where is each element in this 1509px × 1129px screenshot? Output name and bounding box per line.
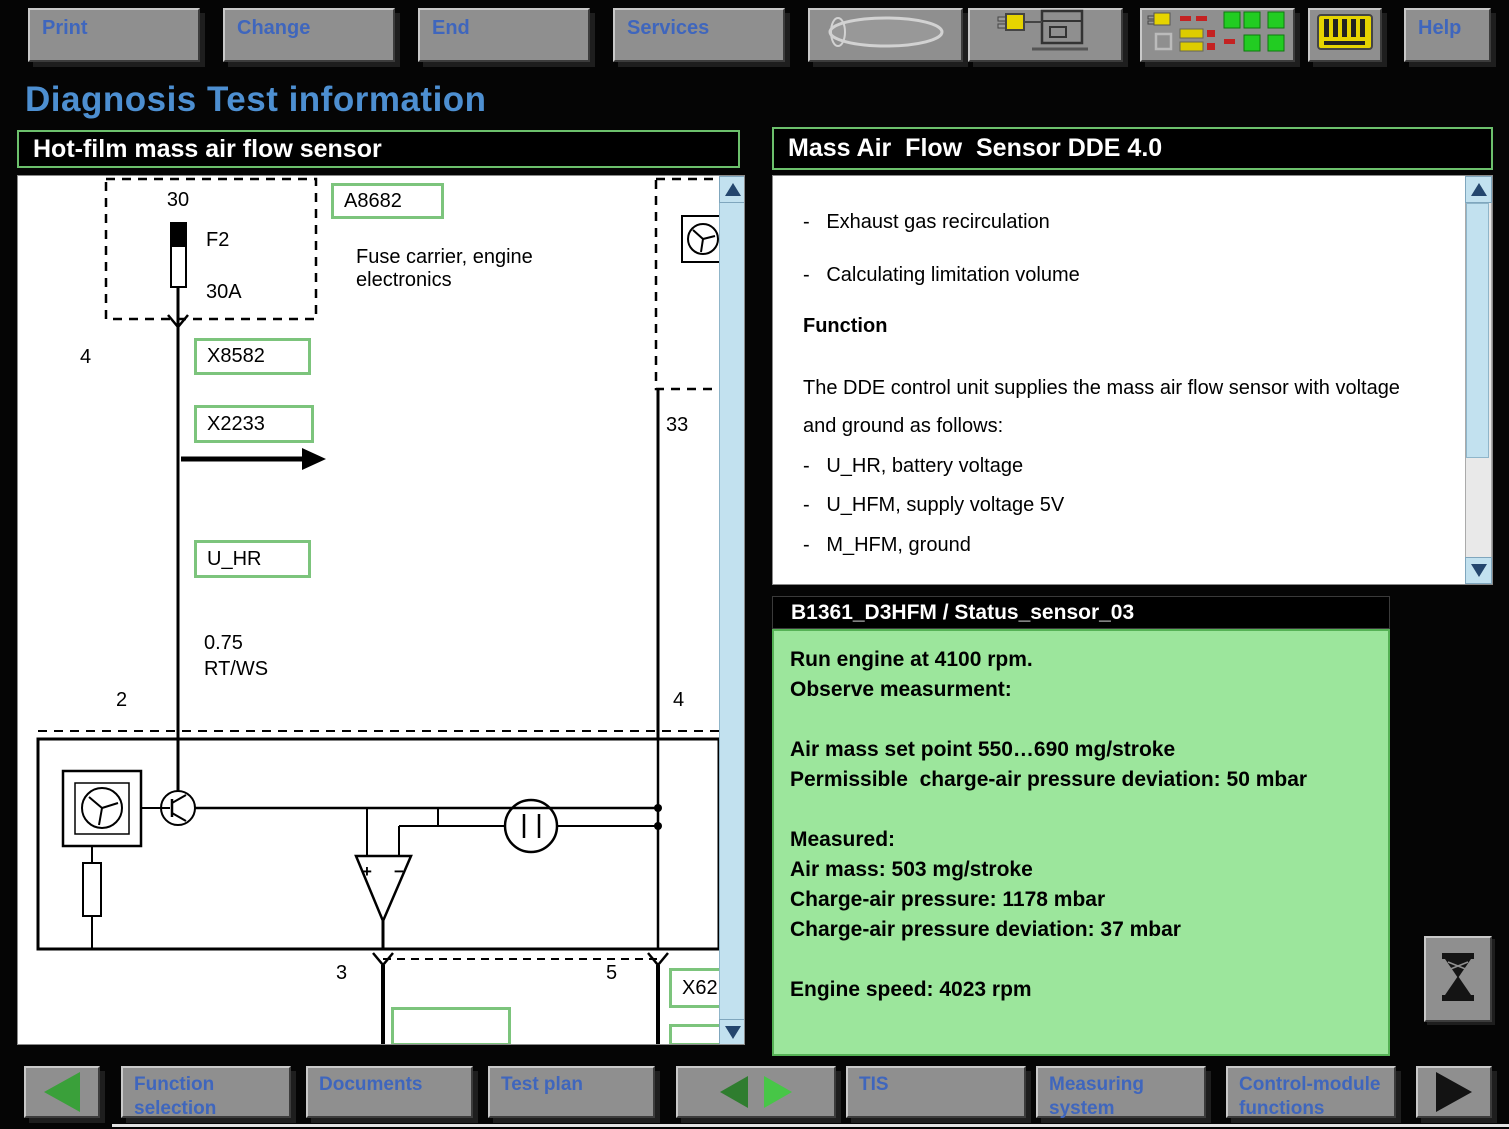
test-information-text: - Exhaust gas recirculation - Calculatin… (773, 176, 1465, 584)
diagram-scrollbar[interactable] (719, 176, 745, 1045)
page-navigation-button[interactable] (676, 1066, 836, 1118)
status-line: Observe measurment: (790, 675, 1372, 705)
diagnostic-head-button[interactable] (968, 8, 1123, 62)
end-button[interactable]: End (418, 8, 590, 62)
status-line: Air mass set point 550…690 mg/stroke (790, 735, 1372, 765)
info-body: and ground as follows: (803, 414, 1445, 438)
status-line (790, 945, 1372, 975)
scroll-up-icon (725, 183, 741, 196)
control-module-functions-button[interactable]: Control-module functions (1226, 1066, 1396, 1118)
hourglass-icon (1439, 953, 1477, 1006)
connector-x8582-link[interactable]: X8582 (194, 338, 311, 375)
left-panel-header: Hot-film mass air flow sensor (17, 130, 740, 168)
pin-4-right-label: 4 (673, 689, 684, 712)
arrow-right-icon (764, 1076, 792, 1108)
status-line: Engine speed: 4023 rpm (790, 975, 1372, 1005)
measuring-system-button[interactable]: Measuring system (1036, 1066, 1206, 1118)
diagnostic-head-icon (976, 9, 1116, 61)
status-line (790, 705, 1372, 735)
measurement-instructions-box: Run engine at 4100 rpm. Observe measurme… (772, 629, 1390, 1056)
services-button[interactable]: Services (613, 8, 785, 62)
fuse-carrier-caption: Fuse carrier, engine electronics (356, 246, 586, 292)
diagram-scrollbar-track[interactable] (719, 176, 745, 1045)
documents-button[interactable]: Documents (306, 1066, 473, 1118)
forward-button[interactable] (1416, 1066, 1492, 1118)
opamp-minus-label: − (394, 862, 404, 881)
test-information-panel: - Exhaust gas recirculation - Calculatin… (772, 175, 1493, 585)
info-scroll-down-button[interactable] (1465, 557, 1492, 584)
arrow-left-icon (44, 1072, 80, 1112)
fuse-rating-label: 30A (206, 281, 242, 304)
signal-uhr-link[interactable]: U_HR (194, 540, 311, 578)
status-line: Measured: (790, 825, 1372, 855)
info-scroll-up-button[interactable] (1465, 176, 1492, 203)
status-sensor-header: B1361_D3HFM / Status_sensor_03 (772, 596, 1390, 629)
function-heading: Function (803, 314, 1445, 338)
wiring-diagram-panel: + − 30 F2 30A A8682 Fuse carrier, engine… (17, 175, 745, 1045)
test-plan-button[interactable]: Test plan (488, 1066, 655, 1118)
function-selection-button[interactable]: Function selection (121, 1066, 291, 1118)
wiring-harness-icon (1146, 8, 1290, 62)
component-a8682-link[interactable]: A8682 (331, 183, 444, 219)
tis-button[interactable]: TIS (846, 1066, 1026, 1118)
diagram-scroll-up-button[interactable] (719, 176, 745, 203)
scroll-down-icon (1471, 564, 1487, 577)
info-bullet: - U_HFM, supply voltage 5V (803, 493, 1445, 517)
scroll-up-icon (1471, 183, 1487, 196)
back-button[interactable] (24, 1066, 100, 1118)
opamp-plus-label: + (362, 862, 372, 881)
print-button[interactable]: Print (28, 8, 200, 62)
status-line: Air mass: 503 mg/stroke (790, 855, 1372, 885)
diagram-scroll-down-button[interactable] (719, 1019, 745, 1045)
status-line: Charge-air pressure: 1178 mbar (790, 885, 1372, 915)
arrow-right-icon (1436, 1072, 1472, 1112)
wire-color-label: RT/WS (204, 658, 268, 681)
pin-33-label: 33 (666, 414, 688, 437)
pin-4-left-label: 4 (80, 346, 91, 369)
hose-icon (816, 10, 956, 60)
status-line: Run engine at 4100 rpm. (790, 645, 1372, 675)
help-button[interactable]: Help (1404, 8, 1491, 62)
connector-bottom-link[interactable] (391, 1007, 511, 1045)
status-line (790, 795, 1372, 825)
fuse-name-label: F2 (206, 229, 229, 252)
dis-diagnosis-screen: Print Change End Services (0, 0, 1509, 1129)
right-panel-header: Mass Air Flow Sensor DDE 4.0 (772, 127, 1493, 170)
busy-indicator (1424, 936, 1492, 1022)
pin-3-label: 3 (336, 962, 347, 985)
wiring-harness-button[interactable] (1140, 8, 1295, 62)
info-bullet: - U_HR, battery voltage (803, 454, 1445, 478)
connector-button[interactable] (1308, 8, 1382, 62)
info-scrollbar[interactable] (1465, 176, 1492, 584)
terminal-30-label: 30 (154, 189, 202, 212)
bottom-divider (112, 1124, 1509, 1127)
connector-icon (1314, 9, 1376, 61)
pin-2-label: 2 (116, 689, 127, 712)
info-bullet: - Calculating limitation volume (803, 263, 1445, 287)
status-line: Charge-air pressure deviation: 37 mbar (790, 915, 1372, 945)
info-scrollbar-thumb[interactable] (1466, 203, 1489, 458)
scroll-down-icon (725, 1026, 741, 1039)
info-bullet: - M_HFM, ground (803, 533, 1445, 557)
info-body: The DDE control unit supplies the mass a… (803, 376, 1445, 400)
wire-gauge-label: 0.75 (204, 632, 243, 655)
connector-x2233-link[interactable]: X2233 (194, 405, 314, 443)
status-line: Permissible charge-air pressure deviatio… (790, 765, 1372, 795)
info-bullet: - Exhaust gas recirculation (803, 210, 1445, 234)
arrow-left-icon (720, 1076, 748, 1108)
wiring-diagram: + − 30 F2 30A A8682 Fuse carrier, engine… (18, 176, 719, 1045)
change-button[interactable]: Change (223, 8, 395, 62)
hose-oval-button[interactable] (808, 8, 963, 62)
pin-5-label: 5 (606, 962, 617, 985)
wiring-diagram-svg: + − (18, 176, 719, 1045)
page-title: Diagnosis Test information (25, 80, 487, 120)
